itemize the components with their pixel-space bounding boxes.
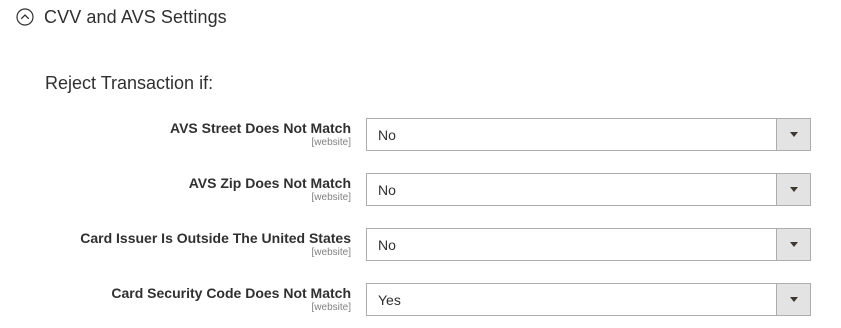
field-label-block: Card Issuer Is Outside The United States… (80, 229, 351, 259)
scope-label: [website] (311, 192, 351, 203)
section-toggle-cvv-avs[interactable]: CVV and AVS Settings (16, 4, 227, 30)
dropdown-arrow-icon[interactable] (776, 119, 810, 150)
select-value: Yes (378, 291, 401, 308)
scope-label: [website] (311, 247, 351, 258)
avs-zip-select[interactable]: No (366, 173, 811, 206)
field-label: AVS Street Does Not Match (170, 120, 351, 136)
avs-street-select[interactable]: No (366, 118, 811, 151)
group-title: Reject Transaction if: (45, 73, 214, 93)
field-row-card-issuer: Card Issuer Is Outside The United States… (0, 228, 841, 262)
dropdown-arrow-icon[interactable] (776, 229, 810, 260)
field-label-block: AVS Street Does Not Match [website] (170, 119, 351, 149)
select-value: No (378, 126, 396, 143)
select-value: No (378, 236, 396, 253)
chevron-up-circle-icon[interactable] (16, 8, 34, 26)
card-security-code-select[interactable]: Yes (366, 283, 811, 316)
section-title: CVV and AVS Settings (44, 6, 227, 27)
field-label: Card Issuer Is Outside The United States (80, 230, 351, 246)
dropdown-arrow-icon[interactable] (776, 174, 810, 205)
field-label: Card Security Code Does Not Match (111, 285, 351, 301)
select-value: No (378, 181, 396, 198)
field-label-block: Card Security Code Does Not Match [websi… (111, 284, 351, 314)
scope-label: [website] (311, 137, 351, 148)
field-label-block: AVS Zip Does Not Match [website] (189, 174, 351, 204)
field-row-card-security-code: Card Security Code Does Not Match [websi… (0, 283, 841, 317)
card-issuer-select[interactable]: No (366, 228, 811, 261)
field-row-avs-zip: AVS Zip Does Not Match [website] No (0, 173, 841, 207)
dropdown-arrow-icon[interactable] (776, 284, 810, 315)
field-label: AVS Zip Does Not Match (188, 175, 351, 191)
field-row-avs-street: AVS Street Does Not Match [website] No (0, 118, 841, 152)
scope-label: [website] (311, 302, 351, 313)
